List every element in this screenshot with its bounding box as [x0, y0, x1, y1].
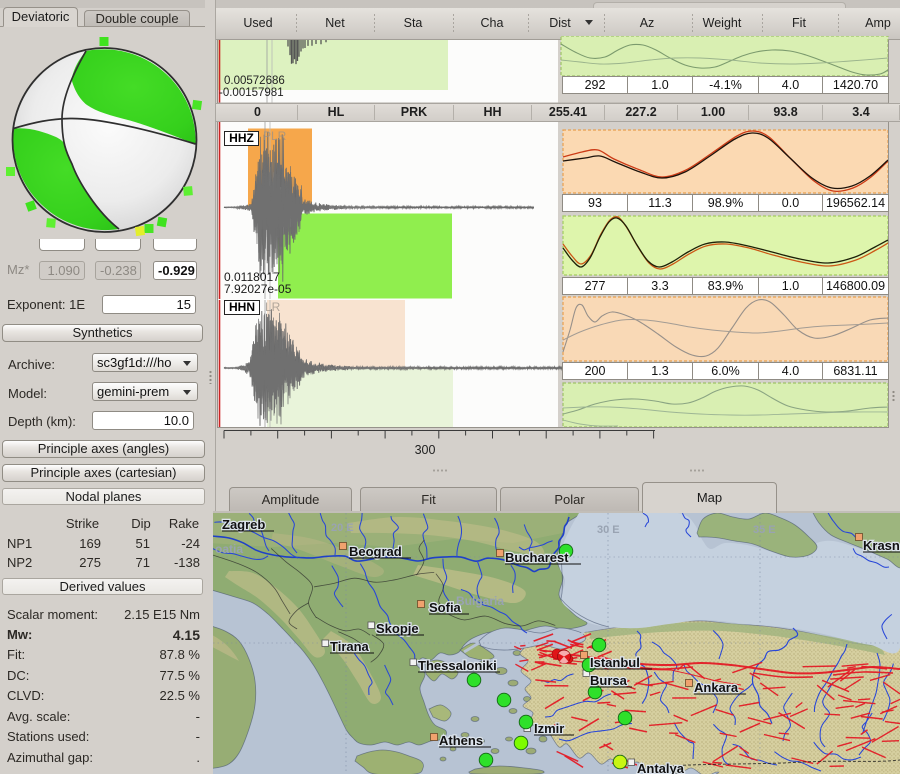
svg-text:LR: LR — [265, 300, 281, 314]
svg-text:Bulgaria: Bulgaria — [456, 594, 504, 608]
svg-text:0.00572686: 0.00572686 — [224, 75, 285, 87]
svg-text:Ankara: Ankara — [694, 680, 739, 695]
svg-text:Beograd: Beograd — [349, 544, 402, 559]
svg-text:PLR: PLR — [263, 129, 287, 143]
svg-text:Krasn: Krasn — [863, 538, 900, 553]
svg-text:Izmir: Izmir — [534, 721, 564, 736]
svg-text:35 E: 35 E — [753, 524, 776, 536]
svg-text:7.92027e-05: 7.92027e-05 — [224, 282, 292, 296]
svg-text:300: 300 — [415, 443, 436, 457]
svg-text:-0.00157981: -0.00157981 — [219, 87, 284, 99]
svg-text:20 E: 20 E — [331, 522, 354, 534]
svg-text:Sofia: Sofia — [429, 600, 462, 615]
svg-text:Bursa: Bursa — [590, 673, 628, 688]
svg-text:Antalya: Antalya — [637, 761, 685, 774]
svg-text:Athens: Athens — [439, 733, 483, 748]
svg-text:Thessaloniki: Thessaloniki — [418, 658, 497, 673]
svg-text:Bucharest: Bucharest — [505, 550, 569, 565]
svg-text:Istanbul: Istanbul — [590, 655, 640, 670]
svg-text:Tirana: Tirana — [330, 639, 370, 654]
svg-text:30 E: 30 E — [597, 524, 620, 536]
svg-text:Zagreb: Zagreb — [222, 517, 265, 532]
svg-text:oatia: oatia — [215, 542, 243, 556]
svg-text:Skopje: Skopje — [376, 621, 419, 636]
